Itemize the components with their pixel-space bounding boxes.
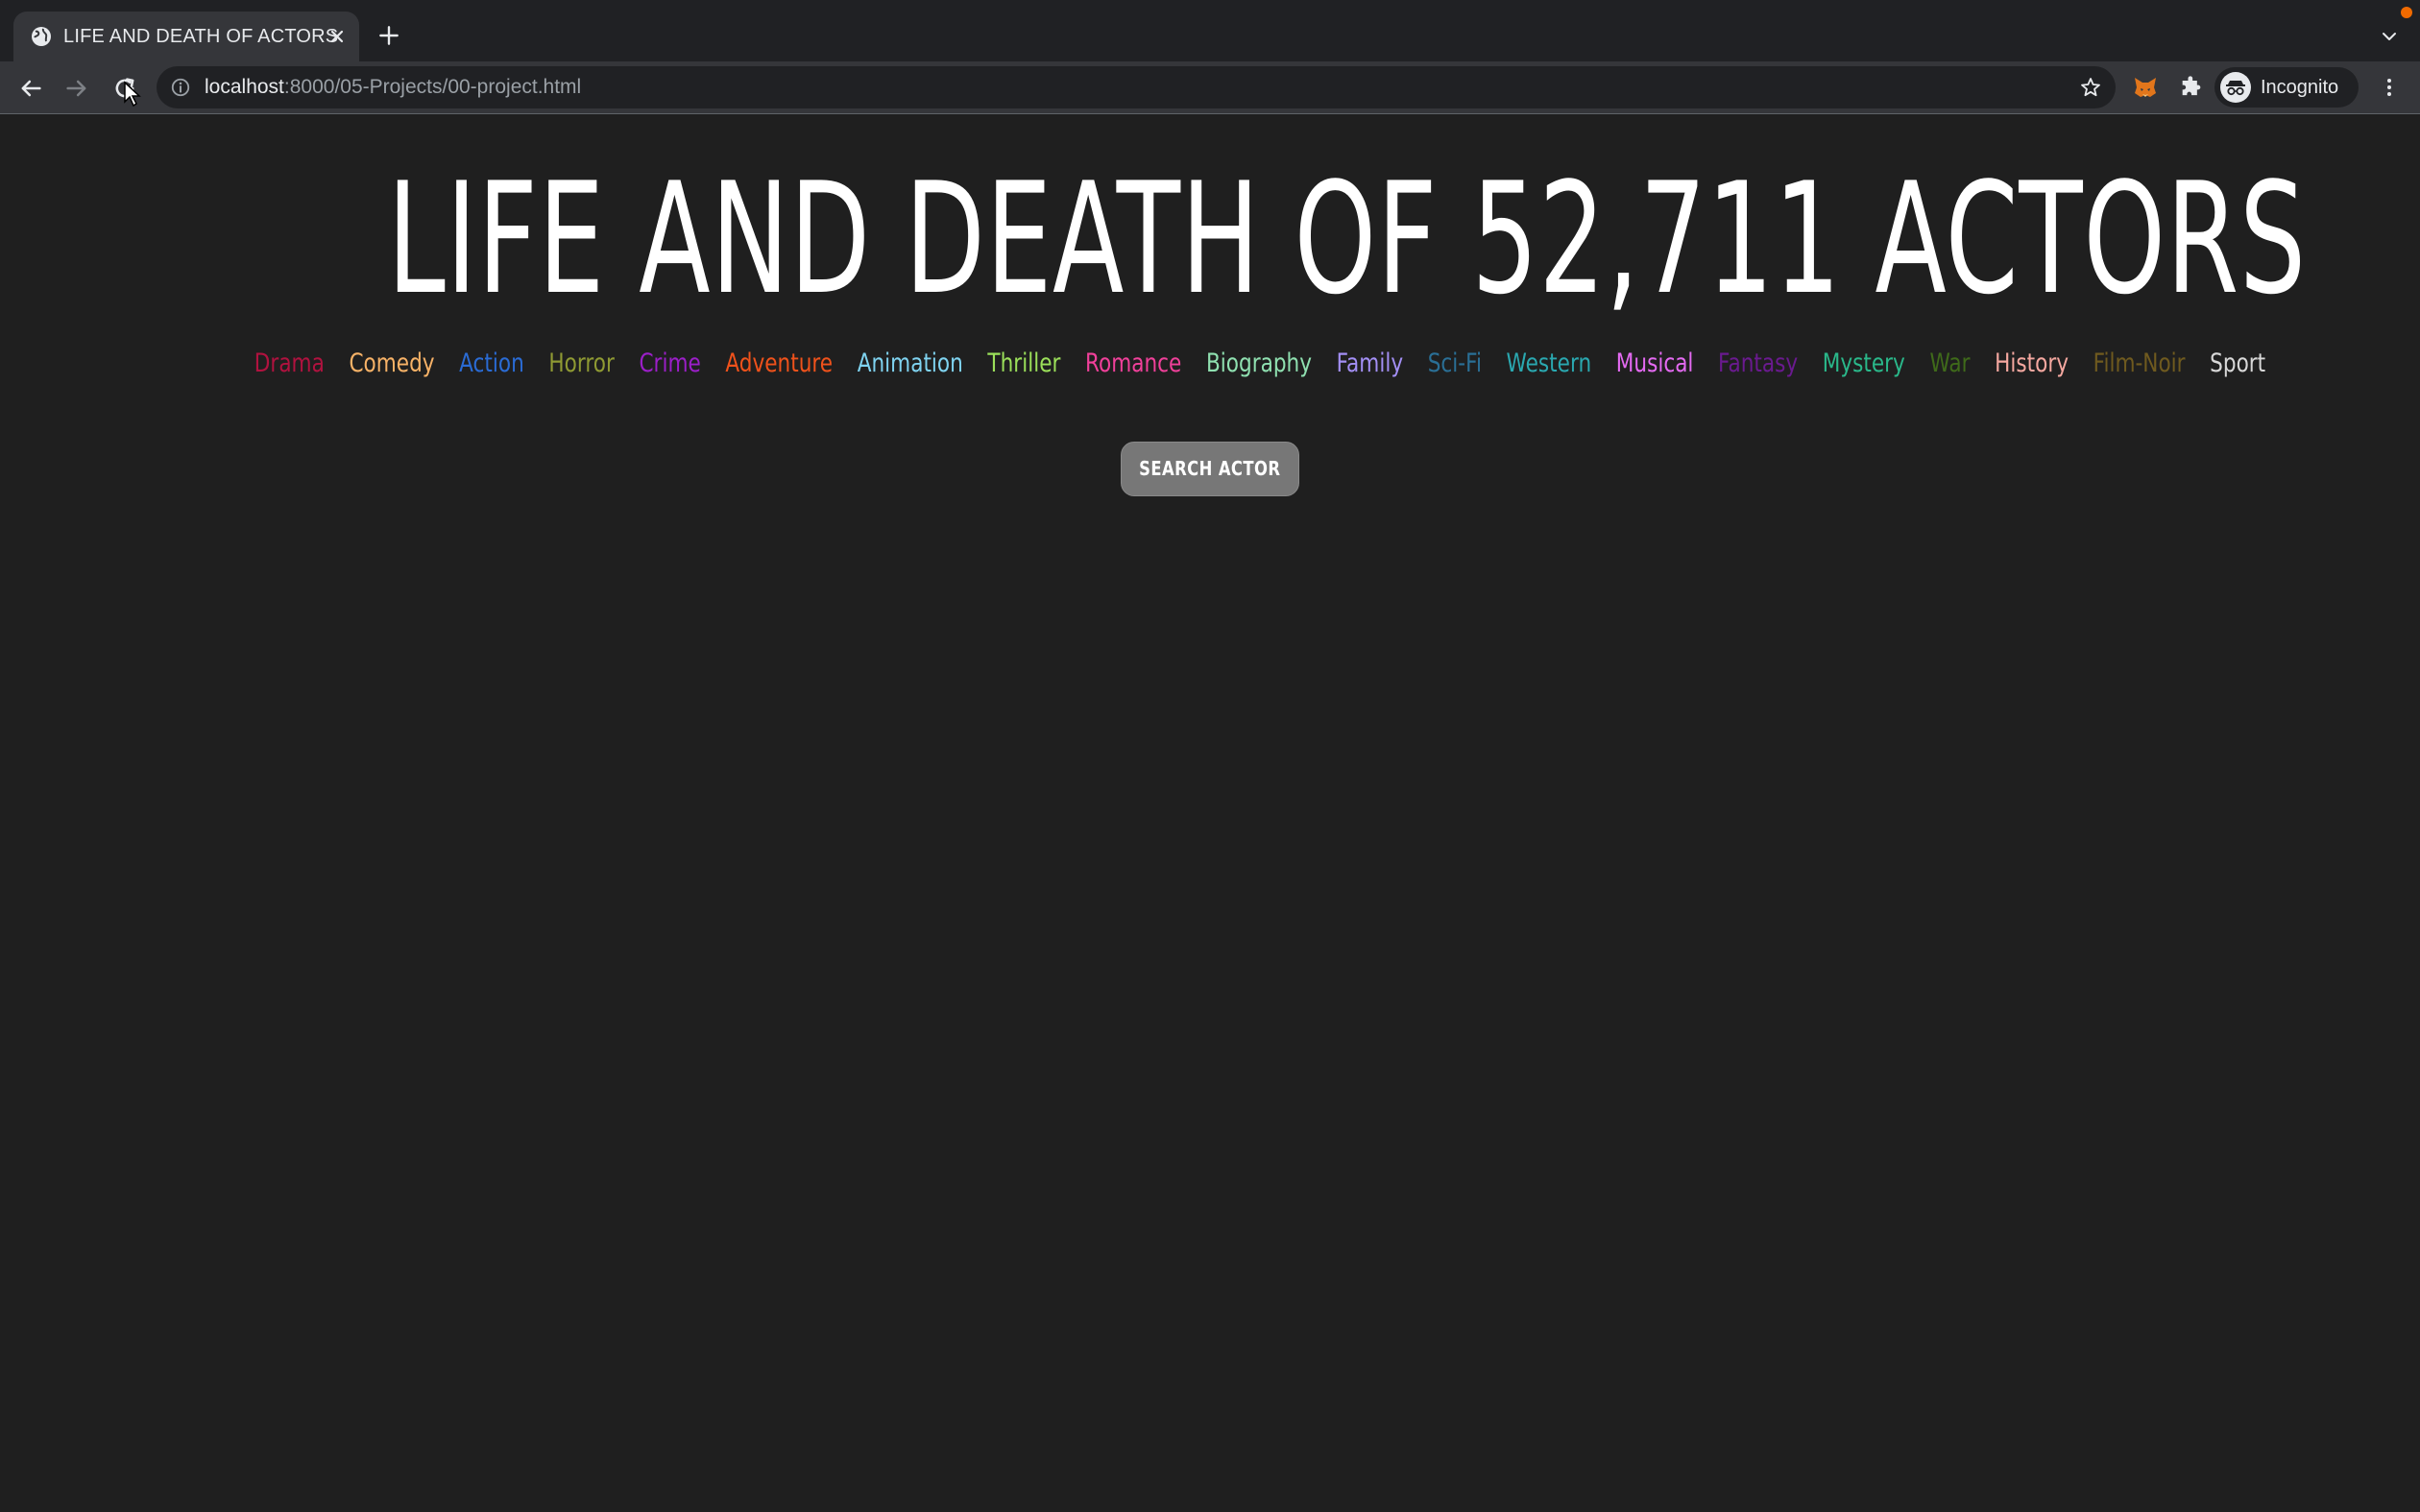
close-icon[interactable] bbox=[326, 25, 349, 48]
metamask-fox-icon[interactable] bbox=[2132, 74, 2159, 101]
new-tab-plus-icon[interactable] bbox=[376, 23, 401, 48]
search-actor-label: SEARCH ACTOR bbox=[1139, 457, 1281, 480]
info-icon[interactable] bbox=[170, 77, 191, 98]
genre-link-romance[interactable]: Romance bbox=[1085, 345, 1181, 383]
tab-title: LIFE AND DEATH OF ACTORS bbox=[63, 26, 339, 47]
genre-link-musical[interactable]: Musical bbox=[1616, 345, 1694, 383]
bookmark-star-icon[interactable] bbox=[2079, 76, 2102, 99]
search-actor-button[interactable]: SEARCH ACTOR bbox=[1121, 442, 1299, 496]
genre-link-animation[interactable]: Animation bbox=[858, 345, 963, 383]
url-host: localhost bbox=[205, 76, 284, 98]
browser-tab[interactable]: LIFE AND DEATH OF ACTORS bbox=[13, 12, 359, 61]
incognito-icon bbox=[2220, 72, 2251, 103]
incognito-label: Incognito bbox=[2261, 77, 2339, 98]
genre-link-fantasy[interactable]: Fantasy bbox=[1718, 345, 1798, 383]
url-path: :8000/05-Projects/00-project.html bbox=[283, 76, 582, 98]
genre-link-western[interactable]: Western bbox=[1507, 345, 1592, 383]
genre-link-biography[interactable]: Biography bbox=[1206, 345, 1312, 383]
genre-link-family[interactable]: Family bbox=[1337, 345, 1404, 383]
page-content: LIFE AND DEATH OF 52,711 ACTORS Drama Com… bbox=[0, 114, 2420, 1512]
genre-link-adventure[interactable]: Adventure bbox=[725, 345, 833, 383]
browser-toolbar: localhost:8000/05-Projects/00-project.ht… bbox=[0, 61, 2420, 113]
tab-strip: LIFE AND DEATH OF ACTORS bbox=[0, 0, 2420, 61]
genre-link-comedy[interactable]: Comedy bbox=[349, 345, 434, 383]
genre-filter-list: Drama Comedy Action Horror Crime Adventure Ani… bbox=[242, 345, 2265, 383]
globe-icon bbox=[32, 27, 51, 46]
back-arrow-icon[interactable] bbox=[17, 75, 44, 102]
chevron-down-icon[interactable] bbox=[2378, 25, 2401, 48]
genre-link-drama[interactable]: Drama bbox=[254, 345, 325, 383]
genre-link-crime[interactable]: Crime bbox=[639, 345, 700, 383]
genre-link-history[interactable]: History bbox=[1995, 345, 2069, 383]
notification-dot bbox=[2401, 7, 2412, 18]
genre-link-action[interactable]: Action bbox=[459, 345, 524, 383]
genre-link-sport[interactable]: Sport bbox=[2210, 345, 2265, 383]
genre-link-sci-fi[interactable]: Sci-Fi bbox=[1428, 345, 1482, 383]
genre-link-film-noir[interactable]: Film-Noir bbox=[2093, 345, 2186, 383]
extensions-puzzle-icon[interactable] bbox=[2178, 74, 2205, 101]
incognito-profile-button[interactable]: Incognito bbox=[2214, 67, 2359, 108]
genre-link-thriller[interactable]: Thriller bbox=[987, 345, 1060, 383]
forward-arrow-icon[interactable] bbox=[63, 75, 90, 102]
genre-link-war[interactable]: War bbox=[1929, 345, 1970, 383]
genre-link-mystery[interactable]: Mystery bbox=[1823, 345, 1905, 383]
url-text[interactable]: localhost:8000/05-Projects/00-project.ht… bbox=[205, 66, 581, 108]
address-bar[interactable]: localhost:8000/05-Projects/00-project.ht… bbox=[157, 66, 2116, 108]
mouse-cursor-icon bbox=[124, 81, 141, 108]
page-title: LIFE AND DEATH OF 52,711 ACTORS bbox=[387, 149, 2307, 328]
kebab-menu-icon[interactable] bbox=[2378, 76, 2401, 99]
genre-link-horror[interactable]: Horror bbox=[548, 345, 614, 383]
